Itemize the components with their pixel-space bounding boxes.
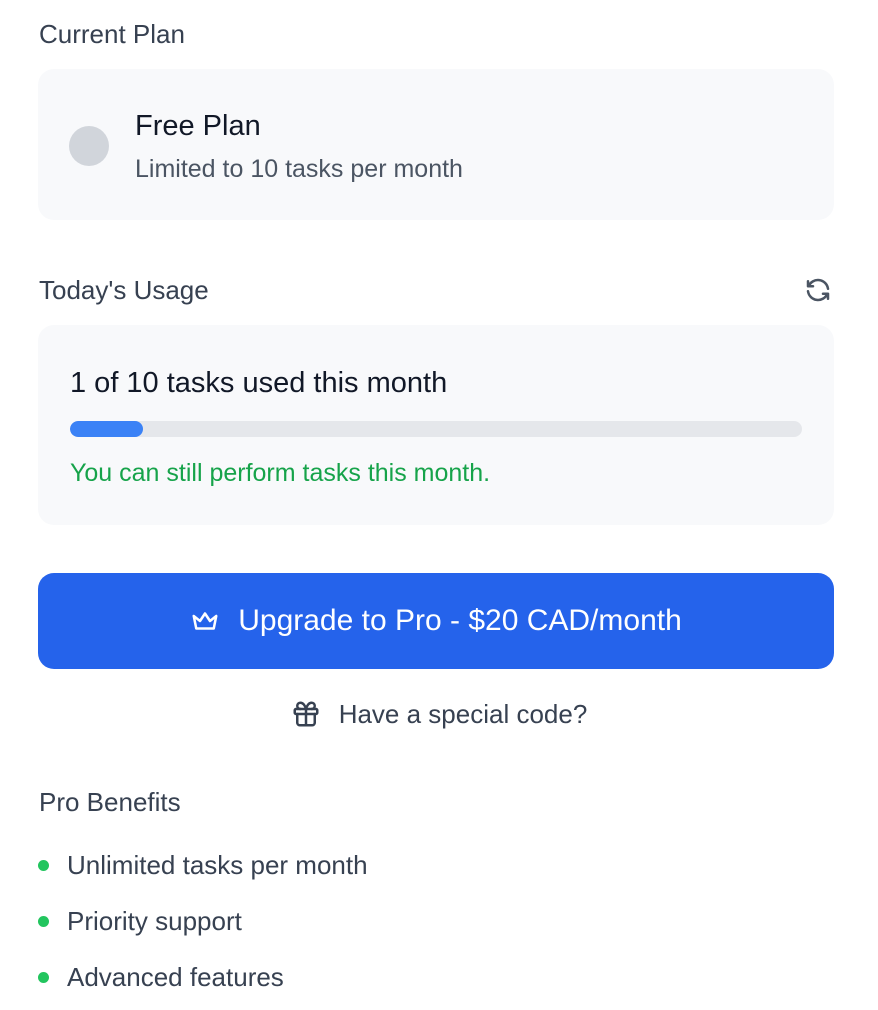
upgrade-button-label: Upgrade to Pro - $20 CAD/month: [238, 604, 682, 637]
crown-icon: [192, 612, 218, 630]
plan-name: Free Plan: [135, 110, 261, 142]
benefit-text: Advanced features: [67, 962, 284, 992]
usage-status-message: You can still perform tasks this month.: [70, 459, 491, 487]
refresh-icon: [806, 278, 830, 302]
bullet-dot: [38, 915, 49, 927]
special-code-label: Have a special code?: [338, 699, 588, 729]
upgrade-button[interactable]: Upgrade to Pro - $20 CAD/month: [38, 573, 834, 669]
usage-summary: 1 of 10 tasks used this month: [70, 367, 448, 399]
bullet-dot: [38, 859, 49, 871]
benefit-text: Unlimited tasks per month: [67, 850, 368, 880]
plan-description: Limited to 10 tasks per month: [135, 155, 463, 183]
usage-heading: Today's Usage: [39, 275, 209, 305]
current-plan-card: Free Plan Limited to 10 tasks per month: [38, 69, 834, 220]
gift-icon: [293, 701, 319, 727]
bullet-dot: [38, 971, 49, 983]
usage-progress-fill: [70, 421, 144, 437]
benefit-item: Priority support: [38, 908, 242, 934]
subscription-panel: Current Plan Free Plan Limited to 10 tas…: [0, 0, 878, 1010]
usage-progress-bar: [70, 421, 802, 437]
usage-card: 1 of 10 tasks used this month You can st…: [38, 325, 834, 525]
special-code-link[interactable]: Have a special code?: [0, 694, 878, 734]
benefit-text: Priority support: [67, 906, 242, 936]
refresh-button[interactable]: [800, 272, 836, 308]
benefit-item: Unlimited tasks per month: [38, 852, 368, 878]
pro-benefits-heading: Pro Benefits: [39, 787, 181, 817]
plan-status-dot: [69, 126, 109, 166]
current-plan-heading: Current Plan: [39, 19, 185, 49]
benefit-item: Advanced features: [38, 964, 284, 990]
